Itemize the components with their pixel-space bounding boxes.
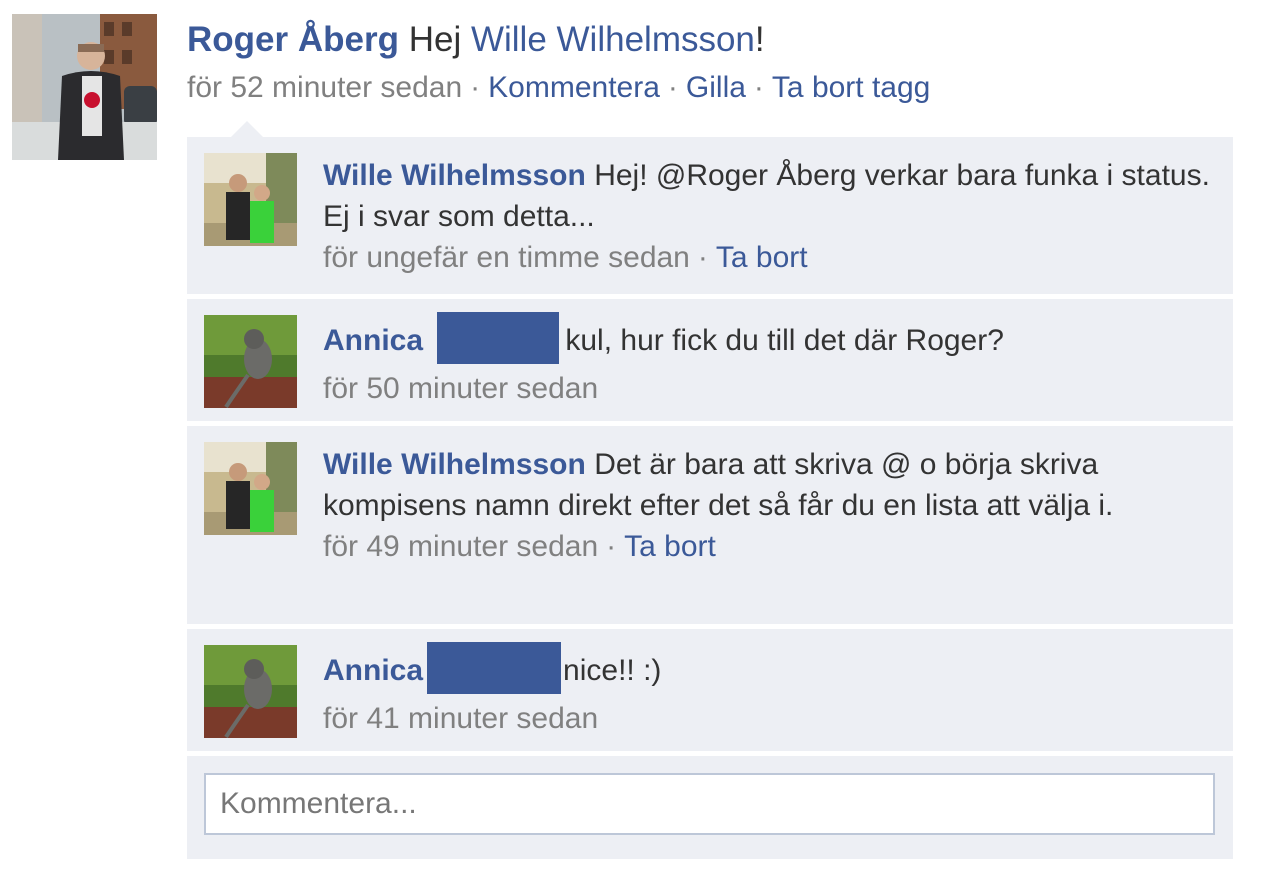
commenter-avatar-wille[interactable]: [204, 153, 297, 246]
separator-dot: ·: [606, 530, 617, 563]
separator-dot: ·: [697, 241, 708, 274]
comment-timestamp: för 41 minuter sedan: [323, 702, 599, 735]
post-author-link[interactable]: Roger Åberg: [187, 20, 399, 59]
comment-input[interactable]: [204, 773, 1215, 835]
wille-photo: [204, 442, 297, 535]
comment-box-row: [187, 756, 1233, 859]
comment-body: Wille Wilhelmsson Det är bara att skriva…: [323, 444, 1223, 567]
separator-dot: ·: [753, 71, 764, 104]
comment-meta: för ungefär en timme sedan · Ta bort: [323, 237, 1223, 278]
comment-item: Annica nice!! :) för 41 minuter sedan: [187, 629, 1233, 756]
comment-link[interactable]: Kommentera: [488, 71, 660, 104]
delete-comment-link[interactable]: Ta bort: [716, 241, 808, 274]
comment-item: Wille Wilhelmsson Det är bara att skriva…: [187, 426, 1233, 629]
post-punctuation: !: [754, 20, 765, 59]
like-link[interactable]: Gilla: [686, 71, 746, 104]
redacted-surname: [427, 642, 562, 694]
post-timestamp: för 52 minuter sedan: [187, 71, 463, 104]
comment-body: Annica nice!! :) för 41 minuter sedan: [323, 642, 1223, 739]
commenter-avatar-wille[interactable]: [204, 442, 297, 535]
delete-comment-link[interactable]: Ta bort: [624, 530, 716, 563]
comment-item: Wille Wilhelmsson Hej! @Roger Åberg verk…: [187, 137, 1233, 299]
post-header: Roger Åberg Hej Wille Wilhelmsson! för 5…: [187, 18, 1247, 108]
comment-body: Wille Wilhelmsson Hej! @Roger Åberg verk…: [323, 155, 1223, 278]
comment-item: Annica kul, hur fick du till det där Rog…: [187, 299, 1233, 426]
post-content-line: Roger Åberg Hej Wille Wilhelmsson!: [187, 18, 1247, 62]
remove-tag-link[interactable]: Ta bort tagg: [772, 71, 930, 104]
separator-dot: ·: [667, 71, 678, 104]
comment-meta: för 49 minuter sedan · Ta bort: [323, 526, 1223, 567]
commenter-name-link[interactable]: Wille Wilhelmsson: [323, 159, 586, 192]
tagged-user-link[interactable]: Wille Wilhelmsson: [471, 20, 755, 59]
separator-dot: ·: [470, 71, 481, 104]
commenter-name-link[interactable]: Wille Wilhelmsson: [323, 448, 586, 481]
annica-photo: [204, 645, 297, 738]
commenter-avatar-annica[interactable]: [204, 645, 297, 738]
comment-timestamp: för 49 minuter sedan: [323, 530, 599, 563]
comment-timestamp: för ungefär en timme sedan: [323, 241, 690, 274]
author-avatar[interactable]: [12, 14, 157, 160]
wille-photo: [204, 153, 297, 246]
annica-photo: [204, 315, 297, 408]
comments-caret: [231, 121, 263, 137]
comments-list: Wille Wilhelmsson Hej! @Roger Åberg verk…: [187, 137, 1233, 859]
commenter-avatar-annica[interactable]: [204, 315, 297, 408]
post-meta: för 52 minuter sedan · Kommentera · Gilla · Ta…: [187, 68, 1247, 108]
commenter-name-link[interactable]: Annica: [323, 324, 423, 357]
commenter-name-link[interactable]: Annica: [323, 654, 423, 687]
comment-text: nice!! :): [563, 653, 662, 687]
post-text: Hej: [408, 20, 462, 59]
author-photo: [12, 14, 157, 160]
comment-body: Annica kul, hur fick du till det där Rog…: [323, 312, 1223, 409]
comment-timestamp: för 50 minuter sedan: [323, 372, 599, 405]
comment-text: kul, hur fick du till det där Roger?: [565, 323, 1004, 357]
redacted-surname: [437, 312, 560, 364]
